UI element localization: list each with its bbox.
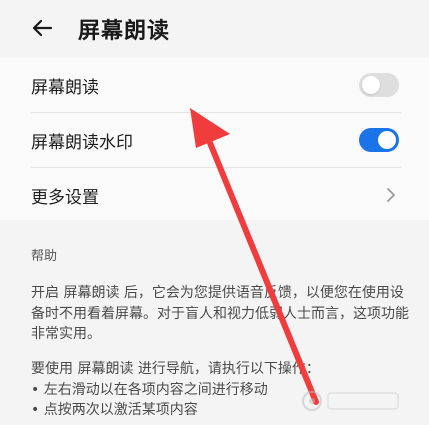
toggle-knob bbox=[362, 76, 380, 94]
screen-reader-watermark-row[interactable]: 屏幕朗读水印 bbox=[0, 113, 429, 167]
screen-reader-watermark-label: 屏幕朗读水印 bbox=[31, 133, 133, 153]
toggle-knob bbox=[378, 131, 396, 149]
help-title: 帮助 bbox=[31, 249, 58, 264]
screen-reader-toggle[interactable] bbox=[359, 73, 399, 97]
top-bar: 屏幕朗读 bbox=[0, 0, 429, 58]
screen-reader-row[interactable]: 屏幕朗读 bbox=[0, 58, 429, 112]
screen-reader-label: 屏幕朗读 bbox=[31, 78, 99, 98]
watermark-logo bbox=[302, 391, 399, 411]
settings-card: 屏幕朗读 屏幕朗读水印 更多设置 bbox=[0, 58, 429, 220]
help-paragraph: 开启 屏幕朗读 后，它会为您提供语音反馈，以便您在使用设备时不用看着屏幕。对于盲… bbox=[31, 285, 409, 342]
back-button[interactable] bbox=[28, 14, 56, 42]
screen-reader-watermark-toggle[interactable] bbox=[359, 128, 399, 152]
arrow-left-icon bbox=[32, 19, 53, 37]
help-navigation-intro: 要使用 屏幕朗读 进行导航，请执行以下操作： bbox=[31, 361, 320, 377]
more-settings-row[interactable]: 更多设置 bbox=[0, 168, 429, 222]
page-title: 屏幕朗读 bbox=[78, 19, 171, 44]
more-settings-label: 更多设置 bbox=[31, 188, 99, 208]
chevron-right-icon bbox=[387, 188, 395, 202]
